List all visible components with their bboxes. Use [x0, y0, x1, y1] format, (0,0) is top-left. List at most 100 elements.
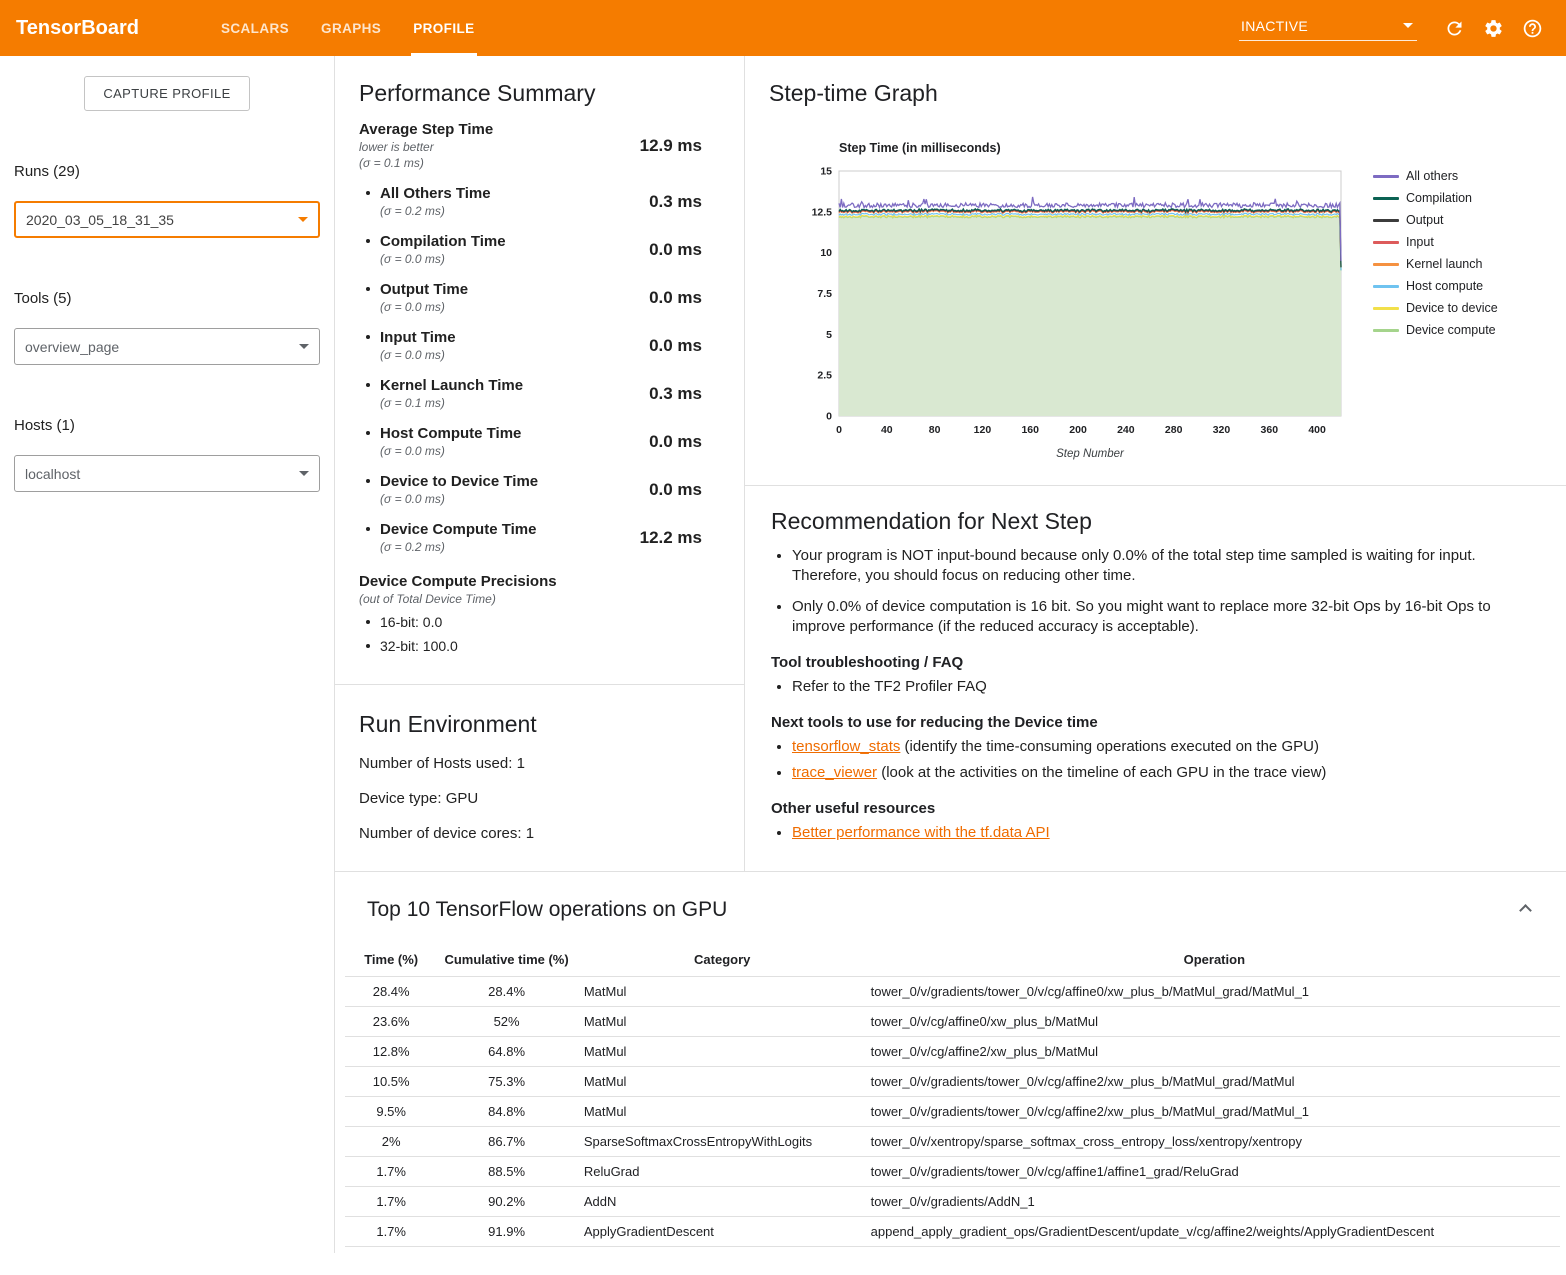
metric-row: Host Compute Time(σ = 0.0 ms)0.0 ms	[359, 424, 720, 459]
tab-profile[interactable]: PROFILE	[411, 0, 476, 56]
precision-item: 32-bit: 100.0	[359, 638, 720, 654]
runs-dropdown-value: 2020_03_05_18_31_35	[26, 212, 174, 228]
capture-profile-button[interactable]: CAPTURE PROFILE	[84, 76, 249, 111]
metric-row: Average Step Timelower is better(σ = 0.1…	[359, 120, 720, 171]
bullet-icon	[366, 383, 370, 387]
run-environment-lines: Number of Hosts used: 1Device type: GPUN…	[359, 755, 720, 843]
recommendation-link[interactable]: Better performance with the tf.data API	[792, 824, 1050, 841]
app-title: TensorBoard	[0, 0, 163, 56]
category-cell: AddN	[576, 1187, 869, 1217]
sidebar: CAPTURE PROFILE Runs (29) 2020_03_05_18_…	[0, 56, 334, 1253]
legend-swatch	[1373, 197, 1399, 200]
legend-swatch	[1373, 263, 1399, 266]
legend-label: Output	[1406, 213, 1444, 227]
category-cell: MatMul	[576, 1007, 869, 1037]
refresh-icon[interactable]	[1444, 18, 1465, 39]
cumulative-cell: 84.8%	[437, 1097, 576, 1127]
cumulative-cell: 28.4%	[437, 977, 576, 1007]
column-header: Category	[576, 944, 869, 977]
recommendation-bullet: Your program is NOT input-bound because …	[792, 546, 1540, 586]
status-dropdown[interactable]: INACTIVE	[1239, 16, 1417, 41]
main-content: Performance Summary Average Step Timelow…	[334, 56, 1566, 1253]
metric-sigma: (σ = 0.0 ms)	[380, 443, 521, 459]
category-cell: MatMul	[576, 977, 869, 1007]
recommendation-link[interactable]: trace_viewer	[792, 764, 877, 781]
table-row: 23.6%52%MatMultower_0/v/cg/affine0/xw_pl…	[345, 1007, 1560, 1037]
svg-text:5: 5	[826, 329, 832, 341]
recommendation-section: Recommendation for Next Step Your progra…	[745, 486, 1566, 871]
tab-graphs[interactable]: GRAPHS	[319, 0, 383, 56]
metric-value: 12.9 ms	[640, 136, 720, 156]
legend-swatch	[1373, 329, 1399, 332]
svg-text:2.5: 2.5	[817, 370, 832, 382]
metric-sigma: (σ = 0.1 ms)	[380, 395, 523, 411]
runs-dropdown[interactable]: 2020_03_05_18_31_35	[14, 201, 320, 238]
precisions-subtitle: (out of Total Device Time)	[359, 592, 720, 606]
app-header: TensorBoard SCALARS GRAPHS PROFILE INACTIV…	[0, 0, 1566, 56]
chevron-down-icon	[299, 344, 309, 349]
recommendation-sections: Tool troubleshooting / FAQRefer to the T…	[771, 654, 1540, 843]
metric-sigma: (σ = 0.1 ms)	[359, 155, 493, 171]
tab-scalars[interactable]: SCALARS	[219, 0, 291, 56]
recommendation-link[interactable]: tensorflow_stats	[792, 738, 900, 755]
legend-swatch	[1373, 241, 1399, 244]
chart-legend: All othersCompilationOutputInputKernel l…	[1373, 169, 1498, 345]
operation-cell: tower_0/v/gradients/tower_0/v/cg/affine2…	[869, 1097, 1560, 1127]
runs-label: Runs (29)	[14, 163, 334, 180]
metric-row: Output Time(σ = 0.0 ms)0.0 ms	[359, 280, 720, 315]
tools-dropdown[interactable]: overview_page	[14, 328, 320, 365]
gear-icon[interactable]	[1483, 18, 1504, 39]
cumulative-cell: 88.5%	[437, 1157, 576, 1187]
nav-tabs: SCALARS GRAPHS PROFILE	[219, 0, 505, 56]
column-header: Cumulative time (%)	[437, 944, 576, 977]
table-row: 12.8%64.8%MatMultower_0/v/cg/affine2/xw_…	[345, 1037, 1560, 1067]
recommendation-item: Better performance with the tf.data API	[792, 823, 1540, 843]
metric-sigma: (σ = 0.2 ms)	[380, 539, 536, 555]
precision-item: 16-bit: 0.0	[359, 614, 720, 630]
legend-label: Host compute	[1406, 279, 1483, 293]
metric-value: 0.0 ms	[649, 432, 720, 452]
cumulative-cell: 75.3%	[437, 1067, 576, 1097]
legend-label: Kernel launch	[1406, 257, 1482, 271]
legend-item-compilation: Compilation	[1373, 191, 1498, 205]
legend-label: Device to device	[1406, 301, 1498, 315]
help-icon[interactable]	[1522, 18, 1543, 39]
time-cell: 28.4%	[345, 977, 437, 1007]
metric-value: 12.2 ms	[640, 528, 720, 548]
svg-text:120: 120	[974, 424, 992, 436]
cumulative-cell: 52%	[437, 1007, 576, 1037]
bullet-icon	[366, 239, 370, 243]
ops-table: Time (%)Cumulative time (%)CategoryOpera…	[345, 944, 1560, 1247]
svg-text:10: 10	[820, 247, 832, 259]
legend-swatch	[1373, 285, 1399, 288]
bullet-icon	[366, 479, 370, 483]
legend-label: Compilation	[1406, 191, 1472, 205]
chevron-up-icon[interactable]	[1517, 898, 1534, 922]
category-cell: ReluGrad	[576, 1157, 869, 1187]
bullet-icon	[366, 644, 370, 648]
hosts-dropdown[interactable]: localhost	[14, 455, 320, 492]
time-cell: 12.8%	[345, 1037, 437, 1067]
operation-cell: tower_0/v/xentropy/sparse_softmax_cross_…	[869, 1127, 1560, 1157]
operation-cell: tower_0/v/cg/affine0/xw_plus_b/MatMul	[869, 1007, 1560, 1037]
time-cell: 23.6%	[345, 1007, 437, 1037]
metric-sigma: (σ = 0.2 ms)	[380, 203, 491, 219]
svg-text:320: 320	[1213, 424, 1231, 436]
metric-note: lower is better	[359, 139, 493, 155]
recommendation-heading: Tool troubleshooting / FAQ	[771, 654, 1540, 671]
svg-text:0: 0	[826, 411, 832, 423]
metric-sigma: (σ = 0.0 ms)	[380, 299, 468, 315]
metric-value: 0.3 ms	[649, 384, 720, 404]
bullet-icon	[366, 191, 370, 195]
top-ops-section: Top 10 TensorFlow operations on GPU Time…	[335, 872, 1566, 1253]
tools-dropdown-value: overview_page	[25, 339, 119, 355]
cumulative-cell: 91.9%	[437, 1217, 576, 1247]
metric-value: 0.3 ms	[649, 192, 720, 212]
legend-swatch	[1373, 307, 1399, 310]
operation-cell: tower_0/v/gradients/tower_0/v/cg/affine2…	[869, 1067, 1560, 1097]
recommendation-title: Recommendation for Next Step	[771, 508, 1540, 535]
tools-label: Tools (5)	[14, 290, 334, 307]
metric-sigma: (σ = 0.0 ms)	[380, 251, 506, 267]
metric-row: Input Time(σ = 0.0 ms)0.0 ms	[359, 328, 720, 363]
column-header: Time (%)	[345, 944, 437, 977]
